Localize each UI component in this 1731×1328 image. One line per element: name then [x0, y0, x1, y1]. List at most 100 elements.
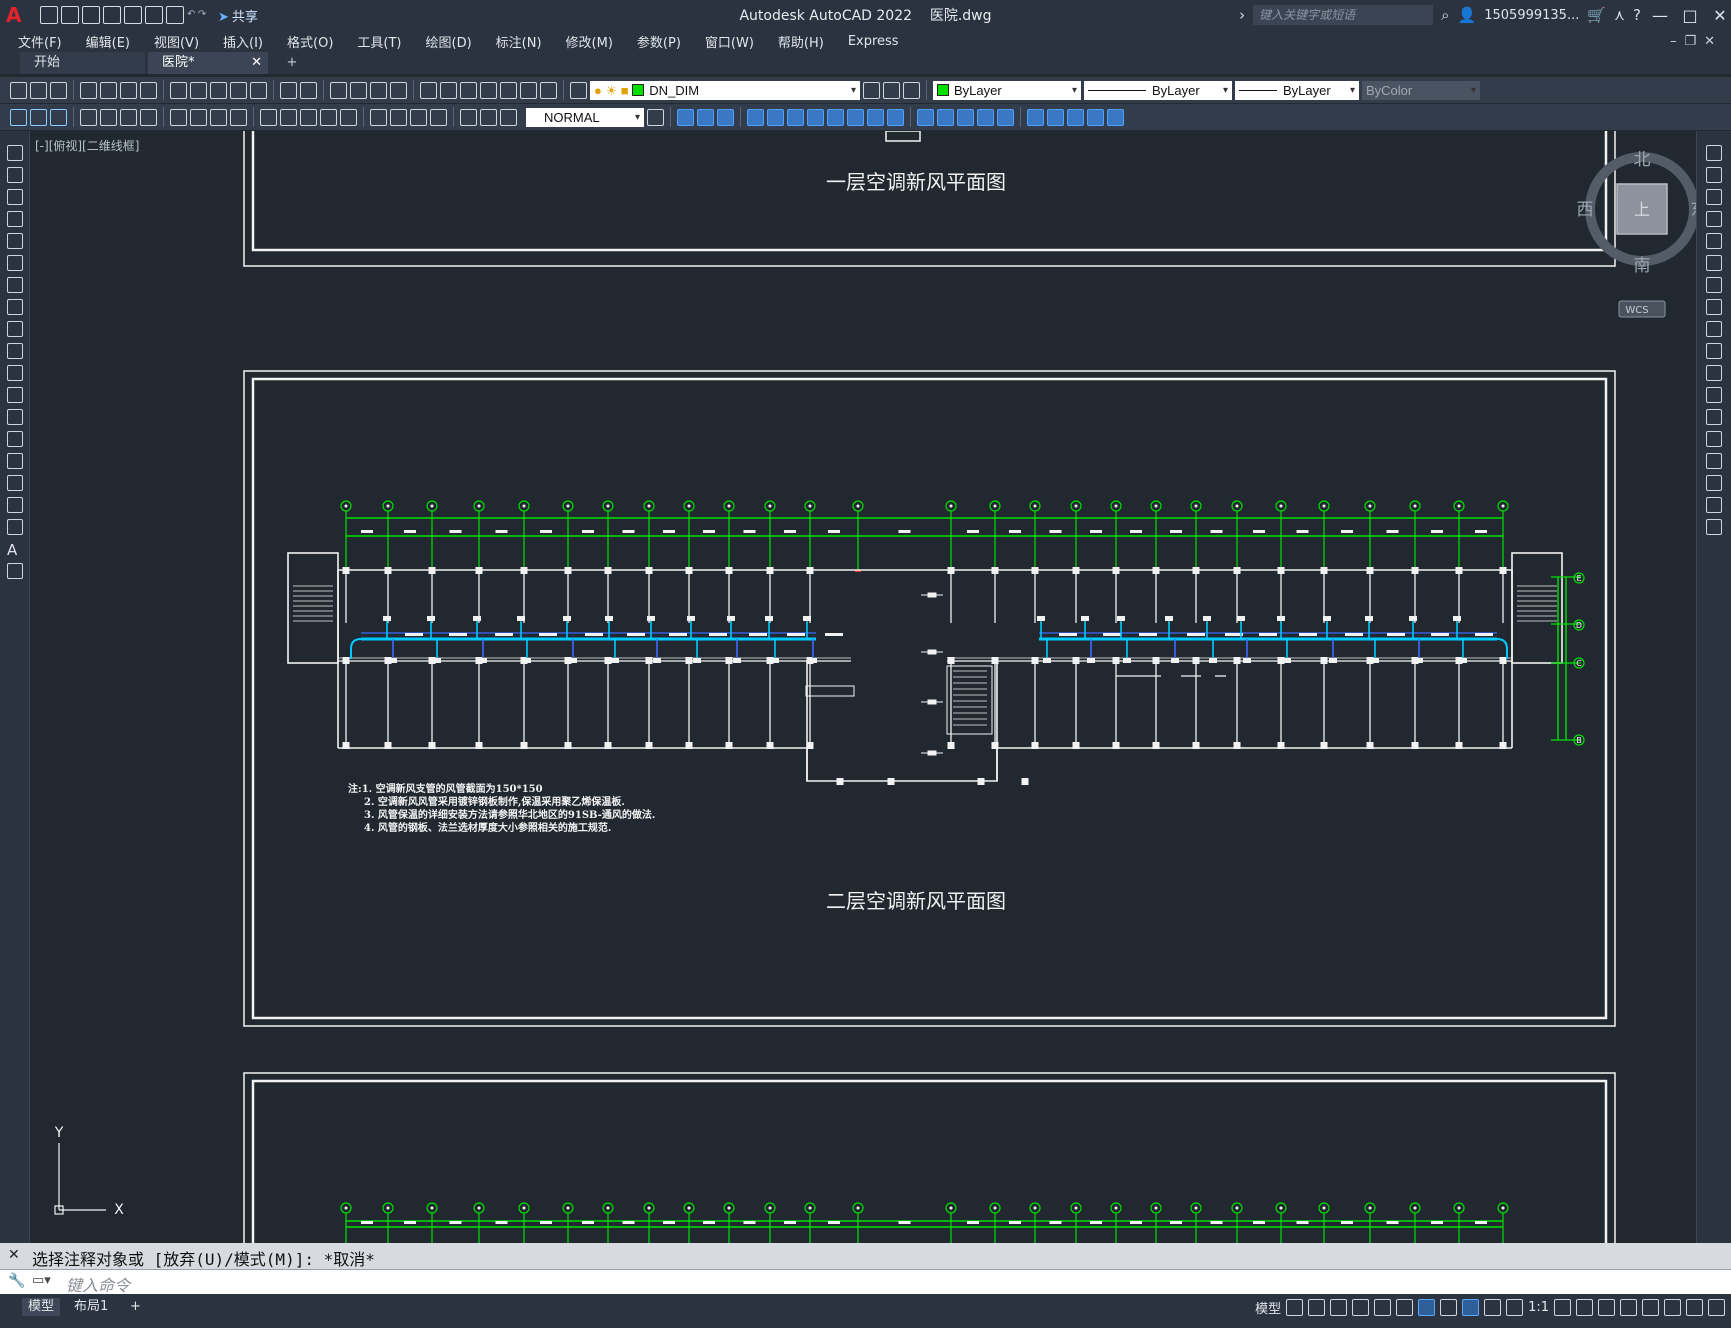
new-tab-button[interactable]: +: [282, 52, 302, 74]
line-icon[interactable]: [7, 145, 23, 161]
model-space-toggle[interactable]: 模型: [1255, 1298, 1281, 1317]
markup-icon[interactable]: [500, 81, 517, 99]
block-editor-icon[interactable]: [250, 81, 267, 99]
clean-screen-icon[interactable]: [1686, 1299, 1703, 1316]
dim-baseline-icon[interactable]: [280, 108, 297, 126]
object-snap-icon[interactable]: [1418, 1299, 1436, 1316]
command-input[interactable]: 键入命令: [66, 1272, 130, 1296]
make-current-layer-icon[interactable]: [863, 81, 880, 99]
workspace-gear-icon[interactable]: [1554, 1299, 1571, 1316]
match-properties-icon[interactable]: [230, 81, 247, 99]
layer-previous-icon[interactable]: [883, 81, 900, 99]
cart-icon[interactable]: 🛒: [1587, 6, 1606, 24]
plot-icon[interactable]: [166, 6, 184, 24]
zoom-realtime-icon[interactable]: [350, 81, 367, 99]
paste-icon[interactable]: [210, 81, 227, 99]
menu-insert[interactable]: 插入(I): [223, 32, 263, 51]
customize-wrench-icon[interactable]: 🔧: [8, 1273, 25, 1289]
make-block-icon[interactable]: [7, 409, 23, 425]
compass-west[interactable]: 西: [1577, 200, 1594, 220]
tolerance-icon[interactable]: [370, 108, 387, 126]
dim-reassociate-icon[interactable]: [500, 108, 517, 126]
ucs-previous-icon[interactable]: [787, 108, 804, 126]
polygon-icon[interactable]: [7, 211, 23, 227]
rotate-icon[interactable]: [1706, 277, 1722, 293]
lights-icon[interactable]: [957, 108, 974, 126]
dim-override-icon[interactable]: [50, 108, 67, 126]
fly-icon[interactable]: [1067, 108, 1084, 126]
open-web-icon[interactable]: [124, 6, 142, 24]
view-iso-icon[interactable]: [717, 108, 734, 126]
rectangle-icon[interactable]: [7, 233, 23, 249]
fillet-icon[interactable]: [1706, 475, 1722, 491]
showmotion-icon[interactable]: [1107, 108, 1124, 126]
layout1-tab[interactable]: 布局1: [68, 1298, 114, 1316]
isodraft-icon[interactable]: [1374, 1299, 1392, 1316]
document-window-controls[interactable]: –❐✕: [1670, 34, 1723, 49]
color-dropdown[interactable]: ByLayer ▾: [933, 80, 1081, 100]
render-icon[interactable]: [917, 108, 934, 126]
close-button[interactable]: ✕: [1709, 6, 1731, 25]
recent-commands-icon[interactable]: ▭▾: [32, 1273, 51, 1288]
units-icon[interactable]: [1598, 1299, 1615, 1316]
region-icon[interactable]: [7, 497, 23, 513]
polyline-icon[interactable]: [7, 189, 23, 205]
inspection-icon[interactable]: [410, 108, 427, 126]
jogged-linear-icon[interactable]: [430, 108, 447, 126]
annotation-scale-value[interactable]: 1:1: [1528, 1300, 1549, 1315]
menu-edit[interactable]: 编辑(E): [86, 32, 130, 51]
dim-edit-icon[interactable]: [10, 108, 27, 126]
save-icon[interactable]: [82, 6, 100, 24]
menu-format[interactable]: 格式(O): [287, 32, 333, 51]
view-cube[interactable]: 上 北 南 西 东 WCS: [1547, 151, 1696, 331]
linetype-dropdown[interactable]: ByLayer ▾: [1084, 80, 1232, 100]
dim-ordinate-icon[interactable]: [140, 108, 157, 126]
dim-aligned-icon[interactable]: [100, 108, 117, 126]
visual-style-icon[interactable]: [977, 108, 994, 126]
dim-continue-icon[interactable]: [300, 108, 317, 126]
snap-icon[interactable]: [1308, 1299, 1326, 1316]
quick-properties-icon[interactable]: [1620, 1299, 1637, 1316]
qnew-icon[interactable]: [10, 81, 27, 99]
dimstyle-dropdown[interactable]: NORMAL ▾: [526, 107, 644, 127]
stretch-icon[interactable]: [1706, 321, 1722, 337]
scale-icon[interactable]: [1706, 299, 1722, 315]
ucs-world-icon[interactable]: [767, 108, 784, 126]
construction-line-icon[interactable]: [7, 167, 23, 183]
mirror-icon[interactable]: [1706, 189, 1722, 205]
ucs-origin-icon[interactable]: [867, 108, 884, 126]
menu-window[interactable]: 窗口(W): [705, 32, 754, 51]
lineweight-icon[interactable]: [1440, 1299, 1458, 1316]
command-line[interactable]: 🔧 ▭▾ 键入命令: [0, 1269, 1731, 1296]
compass-north[interactable]: 北: [1634, 151, 1651, 170]
gradient-icon[interactable]: [7, 475, 23, 491]
hatch-icon[interactable]: [7, 453, 23, 469]
minimize-button[interactable]: —: [1649, 6, 1671, 25]
chamfer-icon[interactable]: [1706, 453, 1722, 469]
3d-print-icon[interactable]: [140, 81, 157, 99]
layer-state-icon[interactable]: [903, 81, 920, 99]
point-icon[interactable]: [7, 431, 23, 447]
undo-icon[interactable]: [280, 81, 297, 99]
autodesk-app-icon[interactable]: ⋏: [1614, 6, 1625, 24]
zoom-window-icon[interactable]: [370, 81, 387, 99]
menu-view[interactable]: 视图(V): [154, 32, 199, 51]
redo-icon[interactable]: ↷: [198, 6, 206, 24]
grid-icon[interactable]: [1286, 1299, 1304, 1316]
ellipse-arc-icon[interactable]: [7, 365, 23, 381]
dim-linear-icon[interactable]: [80, 108, 97, 126]
search-input[interactable]: 键入关键字或短语: [1253, 5, 1434, 25]
arc-icon[interactable]: [7, 255, 23, 271]
orbit-icon[interactable]: [1027, 108, 1044, 126]
undo-icon[interactable]: ↶: [187, 6, 195, 24]
add-layout-button[interactable]: +: [124, 1298, 147, 1316]
user-name[interactable]: 1505999135...: [1484, 8, 1579, 23]
properties-icon[interactable]: [420, 81, 437, 99]
ellipse-icon[interactable]: [7, 343, 23, 359]
help-icon[interactable]: ?: [1633, 6, 1641, 24]
menu-draw[interactable]: 绘图(D): [426, 32, 472, 51]
viewport-controls-label[interactable]: [-][俯视][二维线框]: [35, 137, 139, 154]
plotstyle-dropdown[interactable]: ByColor ▾: [1362, 80, 1480, 100]
steering-wheel-icon[interactable]: [1087, 108, 1104, 126]
layer-dropdown[interactable]: ● ☀ ■ DN_DIM ▾: [590, 80, 860, 100]
